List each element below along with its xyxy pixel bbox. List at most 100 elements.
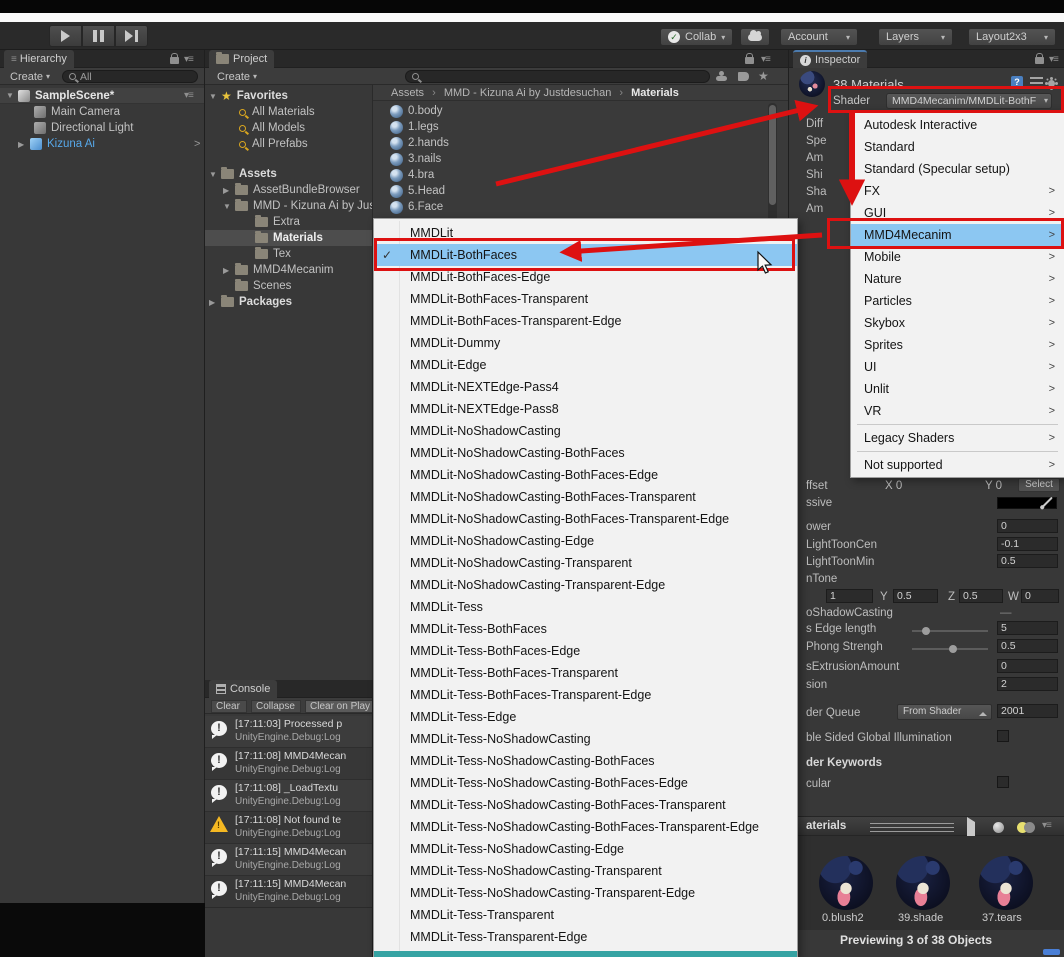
hierarchy-item-main-camera[interactable]: Main Camera [34, 104, 205, 120]
file-item[interactable]: 2.hands [390, 135, 730, 151]
shader-category-item[interactable]: Legacy Shaders> [851, 427, 1064, 449]
shader-variant-item[interactable]: MMDLit-NEXTEdge-Pass8 [374, 398, 797, 420]
shader-variant-item[interactable]: MMDLit-NoShadowCasting-BothFaces-Edge [374, 464, 797, 486]
shader-variant-item[interactable]: MMDLit-Tess-NoShadowCasting [374, 728, 797, 750]
shader-variant-item[interactable]: MMDLit-NoShadowCasting-Transparent-Edge [374, 574, 797, 596]
foldout-closed-icon[interactable]: ▶ [18, 140, 30, 149]
console-entry[interactable]: ! [17:11:08] MMD4Mecan UnityEngine.Debug… [205, 748, 373, 780]
shader-variant-item[interactable]: MMDLit-NoShadowCasting-BothFaces-Transpa… [374, 508, 797, 530]
preview-menu-icon[interactable]: ▾≡ [1042, 820, 1051, 831]
cloud-button[interactable] [740, 28, 770, 46]
lock-icon[interactable] [1035, 57, 1044, 64]
console-entry[interactable]: ! [17:11:08] _LoadTextu UnityEngine.Debu… [205, 780, 373, 812]
toon-min-field[interactable]: 0.5 [997, 554, 1058, 568]
lock-icon[interactable] [170, 57, 179, 64]
shader-variant-item[interactable]: MMDLit-Tess [374, 596, 797, 618]
material-preview-sphere[interactable] [979, 856, 1033, 910]
shader-variant-item[interactable]: MMDLit-Tess-Transparent [374, 904, 797, 926]
shader-category-item[interactable]: Autodesk Interactive [851, 114, 1064, 136]
shader-category-item[interactable]: VR> [851, 400, 1064, 422]
shader-variant-item[interactable]: MMDLit-Tess-BothFaces [374, 618, 797, 640]
favorites-root[interactable]: ▼ ★ Favorites [209, 88, 373, 104]
tab-console[interactable]: Console [209, 680, 277, 698]
shader-variant-item[interactable]: MMDLit-NoShadowCasting-BothFaces [374, 442, 797, 464]
double-sided-gi-checkbox[interactable] [997, 730, 1009, 742]
resize-corner[interactable] [1043, 949, 1060, 955]
hierarchy-search-input[interactable]: All [62, 70, 198, 83]
console-entry[interactable]: ! [17:11:03] Processed p UnityEngine.Deb… [205, 716, 373, 748]
favorite-all-materials[interactable]: All Materials [239, 104, 373, 120]
material-preview-sphere[interactable] [819, 856, 873, 910]
prefab-chevron-icon[interactable]: > [194, 138, 200, 150]
file-item[interactable]: 5.Head [390, 183, 730, 199]
panel-menu-icon[interactable]: ▾≡ [184, 54, 193, 65]
assets-root[interactable]: ▼ Assets [209, 166, 373, 182]
favorite-all-models[interactable]: All Models [239, 120, 373, 136]
shader-variant-item[interactable]: MMDLit-NoShadowCasting [374, 420, 797, 442]
file-item[interactable]: 1.legs [390, 119, 730, 135]
hierarchy-item-directional-light[interactable]: Directional Light [34, 120, 205, 136]
shader-variant-item[interactable]: MMDLit-Edge [374, 354, 797, 376]
slider-knob[interactable] [949, 645, 957, 653]
collab-button[interactable]: ✓ Collab ▾ [660, 28, 733, 46]
foldout-open-icon[interactable]: ▼ [209, 92, 221, 101]
breadcrumb-current[interactable]: Materials [631, 87, 679, 99]
hierarchy-create-button[interactable]: Create ▾ [6, 69, 54, 84]
shader-variant-item[interactable]: MMDLit-Tess-NoShadowCasting-Transparent [374, 860, 797, 882]
shader-variant-item[interactable]: MMDLit [374, 222, 797, 244]
render-queue-dropdown[interactable]: From Shader [897, 704, 992, 720]
tab-hierarchy[interactable]: ≡ Hierarchy [4, 50, 74, 68]
phong-field[interactable]: 0.5 [997, 639, 1058, 653]
tab-inspector[interactable]: i Inspector [793, 50, 867, 68]
console-entry[interactable]: ! [17:11:08] Not found te UnityEngine.De… [205, 812, 373, 844]
breadcrumb-folder[interactable]: MMD - Kizuna Ai by Justdesuchan [444, 87, 612, 99]
shader-variant-item[interactable]: MMDLit-NEXTEdge-Pass4 [374, 376, 797, 398]
shader-variant-item[interactable]: MMDLit-NoShadowCasting-Transparent [374, 552, 797, 574]
scene-row[interactable]: ▼ SampleScene* ▾≡ [0, 88, 205, 104]
search-by-type-icon[interactable] [716, 71, 728, 82]
hierarchy-item-kizuna-ai[interactable]: ▶ Kizuna Ai > [18, 136, 205, 152]
shader-variant-item[interactable]: MMDLit-NoShadowCasting-Edge [374, 530, 797, 552]
shader-variant-item-selected[interactable]: ✓MMDLit-BothFaces [374, 244, 797, 266]
keyword-checkbox[interactable] [997, 776, 1009, 788]
console-clear-button[interactable]: Clear [211, 700, 247, 713]
shader-variant-item[interactable]: MMDLit-BothFaces-Transparent [374, 288, 797, 310]
tree-item-materials-selected[interactable]: Materials [205, 230, 373, 246]
tree-item-tex[interactable]: Tex [255, 246, 373, 262]
tree-item-extra[interactable]: Extra [255, 214, 373, 230]
scrollbar-thumb[interactable] [769, 105, 776, 205]
texture-select-button[interactable]: Select [1018, 478, 1060, 492]
sion-field[interactable]: 2 [997, 677, 1058, 691]
shader-variant-item[interactable]: MMDLit-Tess-NoShadowCasting-BothFaces [374, 750, 797, 772]
shader-category-item[interactable]: Nature> [851, 268, 1064, 290]
file-item[interactable]: 0.body [390, 103, 730, 119]
console-clear-on-play-button[interactable]: Clear on Play [305, 700, 373, 713]
shader-variant-item[interactable]: MMDLit-Tess-Edge [374, 706, 797, 728]
layers-button[interactable]: Layers ▾ [878, 28, 953, 46]
shader-category-item[interactable]: UI> [851, 356, 1064, 378]
shader-variant-item[interactable]: MMDLit-Dummy [374, 332, 797, 354]
foldout-open-icon[interactable]: ▼ [209, 170, 221, 179]
favorite-all-prefabs[interactable]: All Prefabs [239, 136, 373, 152]
foldout-open-icon[interactable]: ▼ [6, 91, 18, 100]
panel-menu-icon[interactable]: ▾≡ [761, 54, 770, 65]
tree-item-mmd-kizuna[interactable]: ▼ MMD - Kizuna Ai by Justdesuchan [223, 198, 373, 214]
shader-variant-item[interactable]: MMDLit-NoShadowCasting-BothFaces-Transpa… [374, 486, 797, 508]
shader-variant-item[interactable]: MMDLit-Tess-NoShadowCasting-BothFaces-Tr… [374, 794, 797, 816]
console-collapse-button[interactable]: Collapse [251, 700, 301, 713]
preview-header-bar[interactable]: aterials ▾≡ [789, 816, 1064, 836]
toon-cen-field[interactable]: -0.1 [997, 537, 1058, 551]
scene-menu-icon[interactable]: ▾≡ [184, 90, 193, 101]
pause-button[interactable] [82, 25, 115, 47]
lock-icon[interactable] [745, 57, 754, 64]
slider-knob[interactable] [922, 627, 930, 635]
vector-z-field[interactable]: 0.5 [959, 589, 1003, 603]
preview-drag-handle[interactable] [870, 823, 954, 832]
foldout-closed-icon[interactable]: ▶ [223, 186, 235, 195]
tab-project[interactable]: Project [209, 50, 274, 68]
help-icon[interactable]: ? [1011, 76, 1023, 89]
render-queue-field[interactable]: 2001 [997, 704, 1058, 718]
shader-category-item[interactable]: FX> [851, 180, 1064, 202]
tree-item-mmd4mecanim[interactable]: ▶ MMD4Mecanim [223, 262, 373, 278]
shader-dropdown[interactable]: MMD4Mecanim/MMDLit-BothF ▾ [886, 93, 1052, 109]
